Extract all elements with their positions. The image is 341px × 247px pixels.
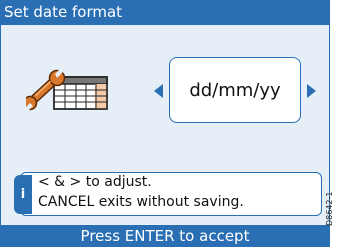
- info-icon: i: [14, 175, 32, 214]
- increase-arrow-icon[interactable]: [307, 84, 316, 98]
- title-bar: Set date format: [0, 0, 330, 25]
- info-line-cancel: CANCEL exits without saving.: [38, 194, 244, 210]
- date-format-text: dd/mm/yy: [189, 79, 281, 101]
- info-line-adjust: < & > to adjust.: [38, 174, 152, 190]
- wrench-calendar-icon: [26, 69, 108, 113]
- decrease-arrow-icon[interactable]: [154, 84, 163, 98]
- reference-code: D8642-1: [325, 191, 334, 227]
- display-screen: Set date format dd/mm/yy i < & > to adju…: [0, 0, 330, 247]
- info-icon-label: i: [20, 187, 26, 202]
- page-title: Set date format: [4, 3, 123, 21]
- footer-bar: Press ENTER to accept: [0, 225, 330, 247]
- date-format-value[interactable]: dd/mm/yy: [169, 57, 301, 123]
- footer-instruction: Press ENTER to accept: [80, 227, 250, 245]
